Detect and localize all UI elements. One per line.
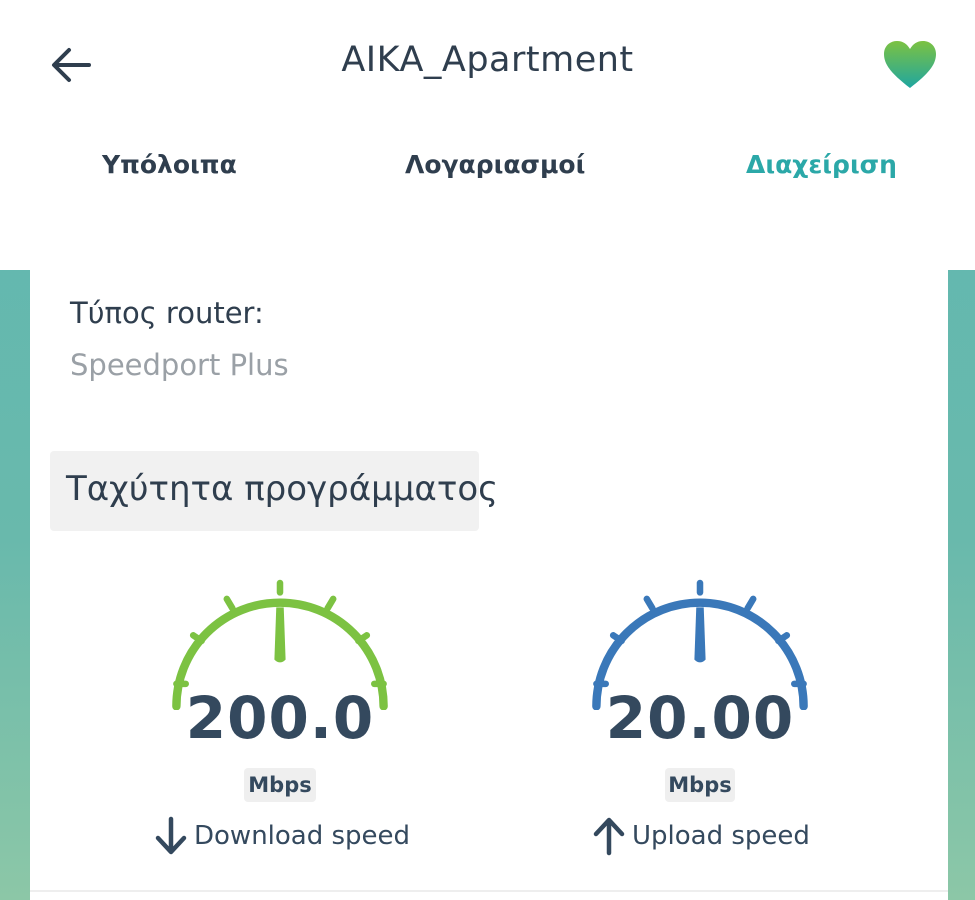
arrow-down-icon	[155, 816, 187, 855]
section-title: Ταχύτητα προγράμματος	[66, 469, 499, 509]
router-type-value: Speedport Plus	[70, 348, 289, 382]
tab-balances[interactable]: Υπόλοιπα	[102, 150, 237, 179]
download-speed-label: Download speed	[154, 816, 410, 856]
upload-unit: Mbps	[665, 768, 735, 802]
download-speed-value: 200.0	[185, 684, 375, 752]
page-title: AIKA_Apartment	[341, 40, 634, 80]
tab-bar: Υπόλοιπα Λογαριασμοί Διαχείριση	[0, 150, 975, 200]
upload-speed-label: Upload speed	[592, 816, 810, 856]
divider	[30, 890, 948, 892]
download-unit: Mbps	[244, 768, 316, 802]
heart-icon	[884, 41, 936, 88]
upload-speed-value: 20.00	[605, 684, 795, 752]
router-type-label: Τύπος router:	[70, 296, 264, 330]
favorite-button[interactable]	[882, 38, 938, 92]
tab-management[interactable]: Διαχείριση	[746, 150, 897, 179]
program-speed-header: Ταχύτητα προγράμματος	[50, 451, 498, 531]
download-speed-text: Download speed	[194, 821, 411, 851]
upload-speed-text: Upload speed	[632, 821, 810, 851]
top-bar: AIKA_Apartment	[0, 0, 975, 125]
tab-bills[interactable]: Λογαριασμοί	[405, 150, 585, 179]
arrow-up-icon	[593, 817, 625, 856]
